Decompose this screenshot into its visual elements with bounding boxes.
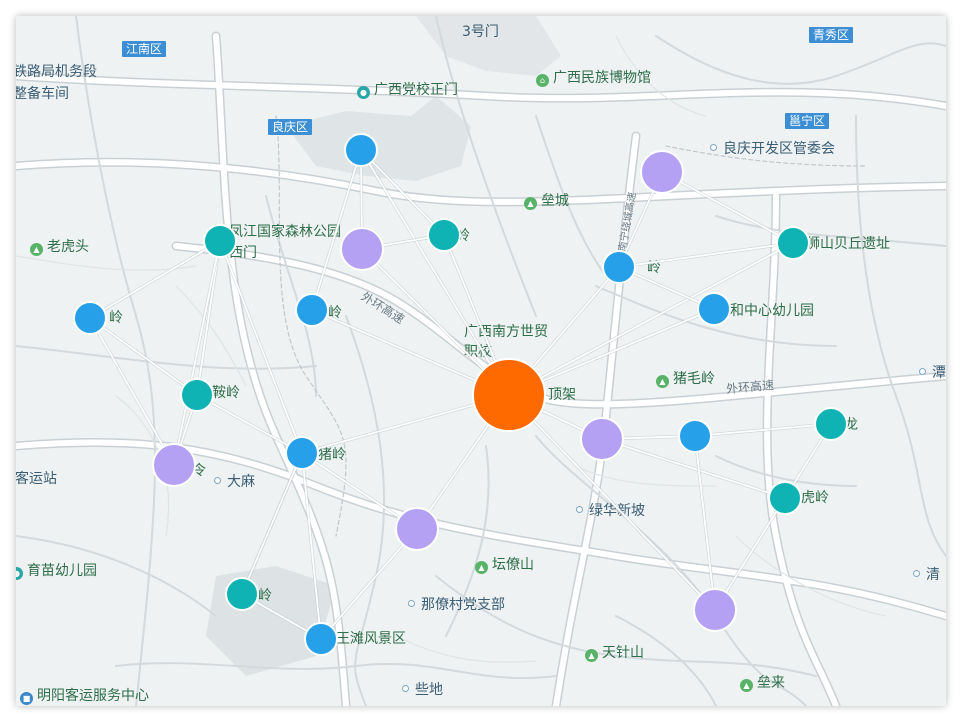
network-edge — [173, 240, 221, 466]
network-edge — [301, 452, 322, 640]
network-node[interactable] — [304, 622, 338, 656]
network-node[interactable] — [693, 588, 737, 632]
network-node[interactable] — [776, 226, 810, 260]
network-edge — [89, 240, 221, 319]
network-node[interactable] — [580, 417, 624, 461]
network-center-node[interactable] — [472, 358, 546, 432]
network-node[interactable] — [602, 250, 636, 284]
network-node[interactable] — [340, 227, 384, 271]
network-edge — [241, 452, 303, 595]
network-node[interactable] — [697, 292, 731, 326]
network-edge — [661, 171, 794, 244]
network-graph[interactable] — [16, 16, 946, 706]
network-edge — [360, 149, 510, 396]
map-view[interactable]: 江南区 良庆区 青秀区 邕宁区 3号门 ⌂ 广西民族博物馆 ● 广西党校正门 铁路局… — [16, 16, 946, 706]
network-node[interactable] — [73, 301, 107, 335]
network-edge — [89, 317, 198, 396]
network-edge — [219, 240, 303, 454]
network-edge — [360, 149, 445, 236]
network-node[interactable] — [203, 224, 237, 258]
network-node[interactable] — [285, 436, 319, 470]
network-edge — [196, 394, 303, 454]
network-node[interactable] — [814, 407, 848, 441]
network-node[interactable] — [225, 577, 259, 611]
network-node[interactable] — [180, 378, 214, 412]
network-node[interactable] — [152, 443, 196, 487]
network-node[interactable] — [640, 150, 684, 194]
network-node[interactable] — [427, 218, 461, 252]
network-edge — [694, 435, 716, 611]
network-edge — [694, 423, 832, 437]
network-node[interactable] — [344, 133, 378, 167]
network-edge — [89, 317, 175, 466]
network-edge — [508, 242, 794, 396]
network-nodes[interactable] — [73, 133, 848, 656]
network-node[interactable] — [295, 293, 329, 327]
network-node[interactable] — [768, 481, 802, 515]
network-node[interactable] — [395, 507, 439, 551]
network-node[interactable] — [678, 419, 712, 453]
network-edge — [618, 242, 794, 268]
